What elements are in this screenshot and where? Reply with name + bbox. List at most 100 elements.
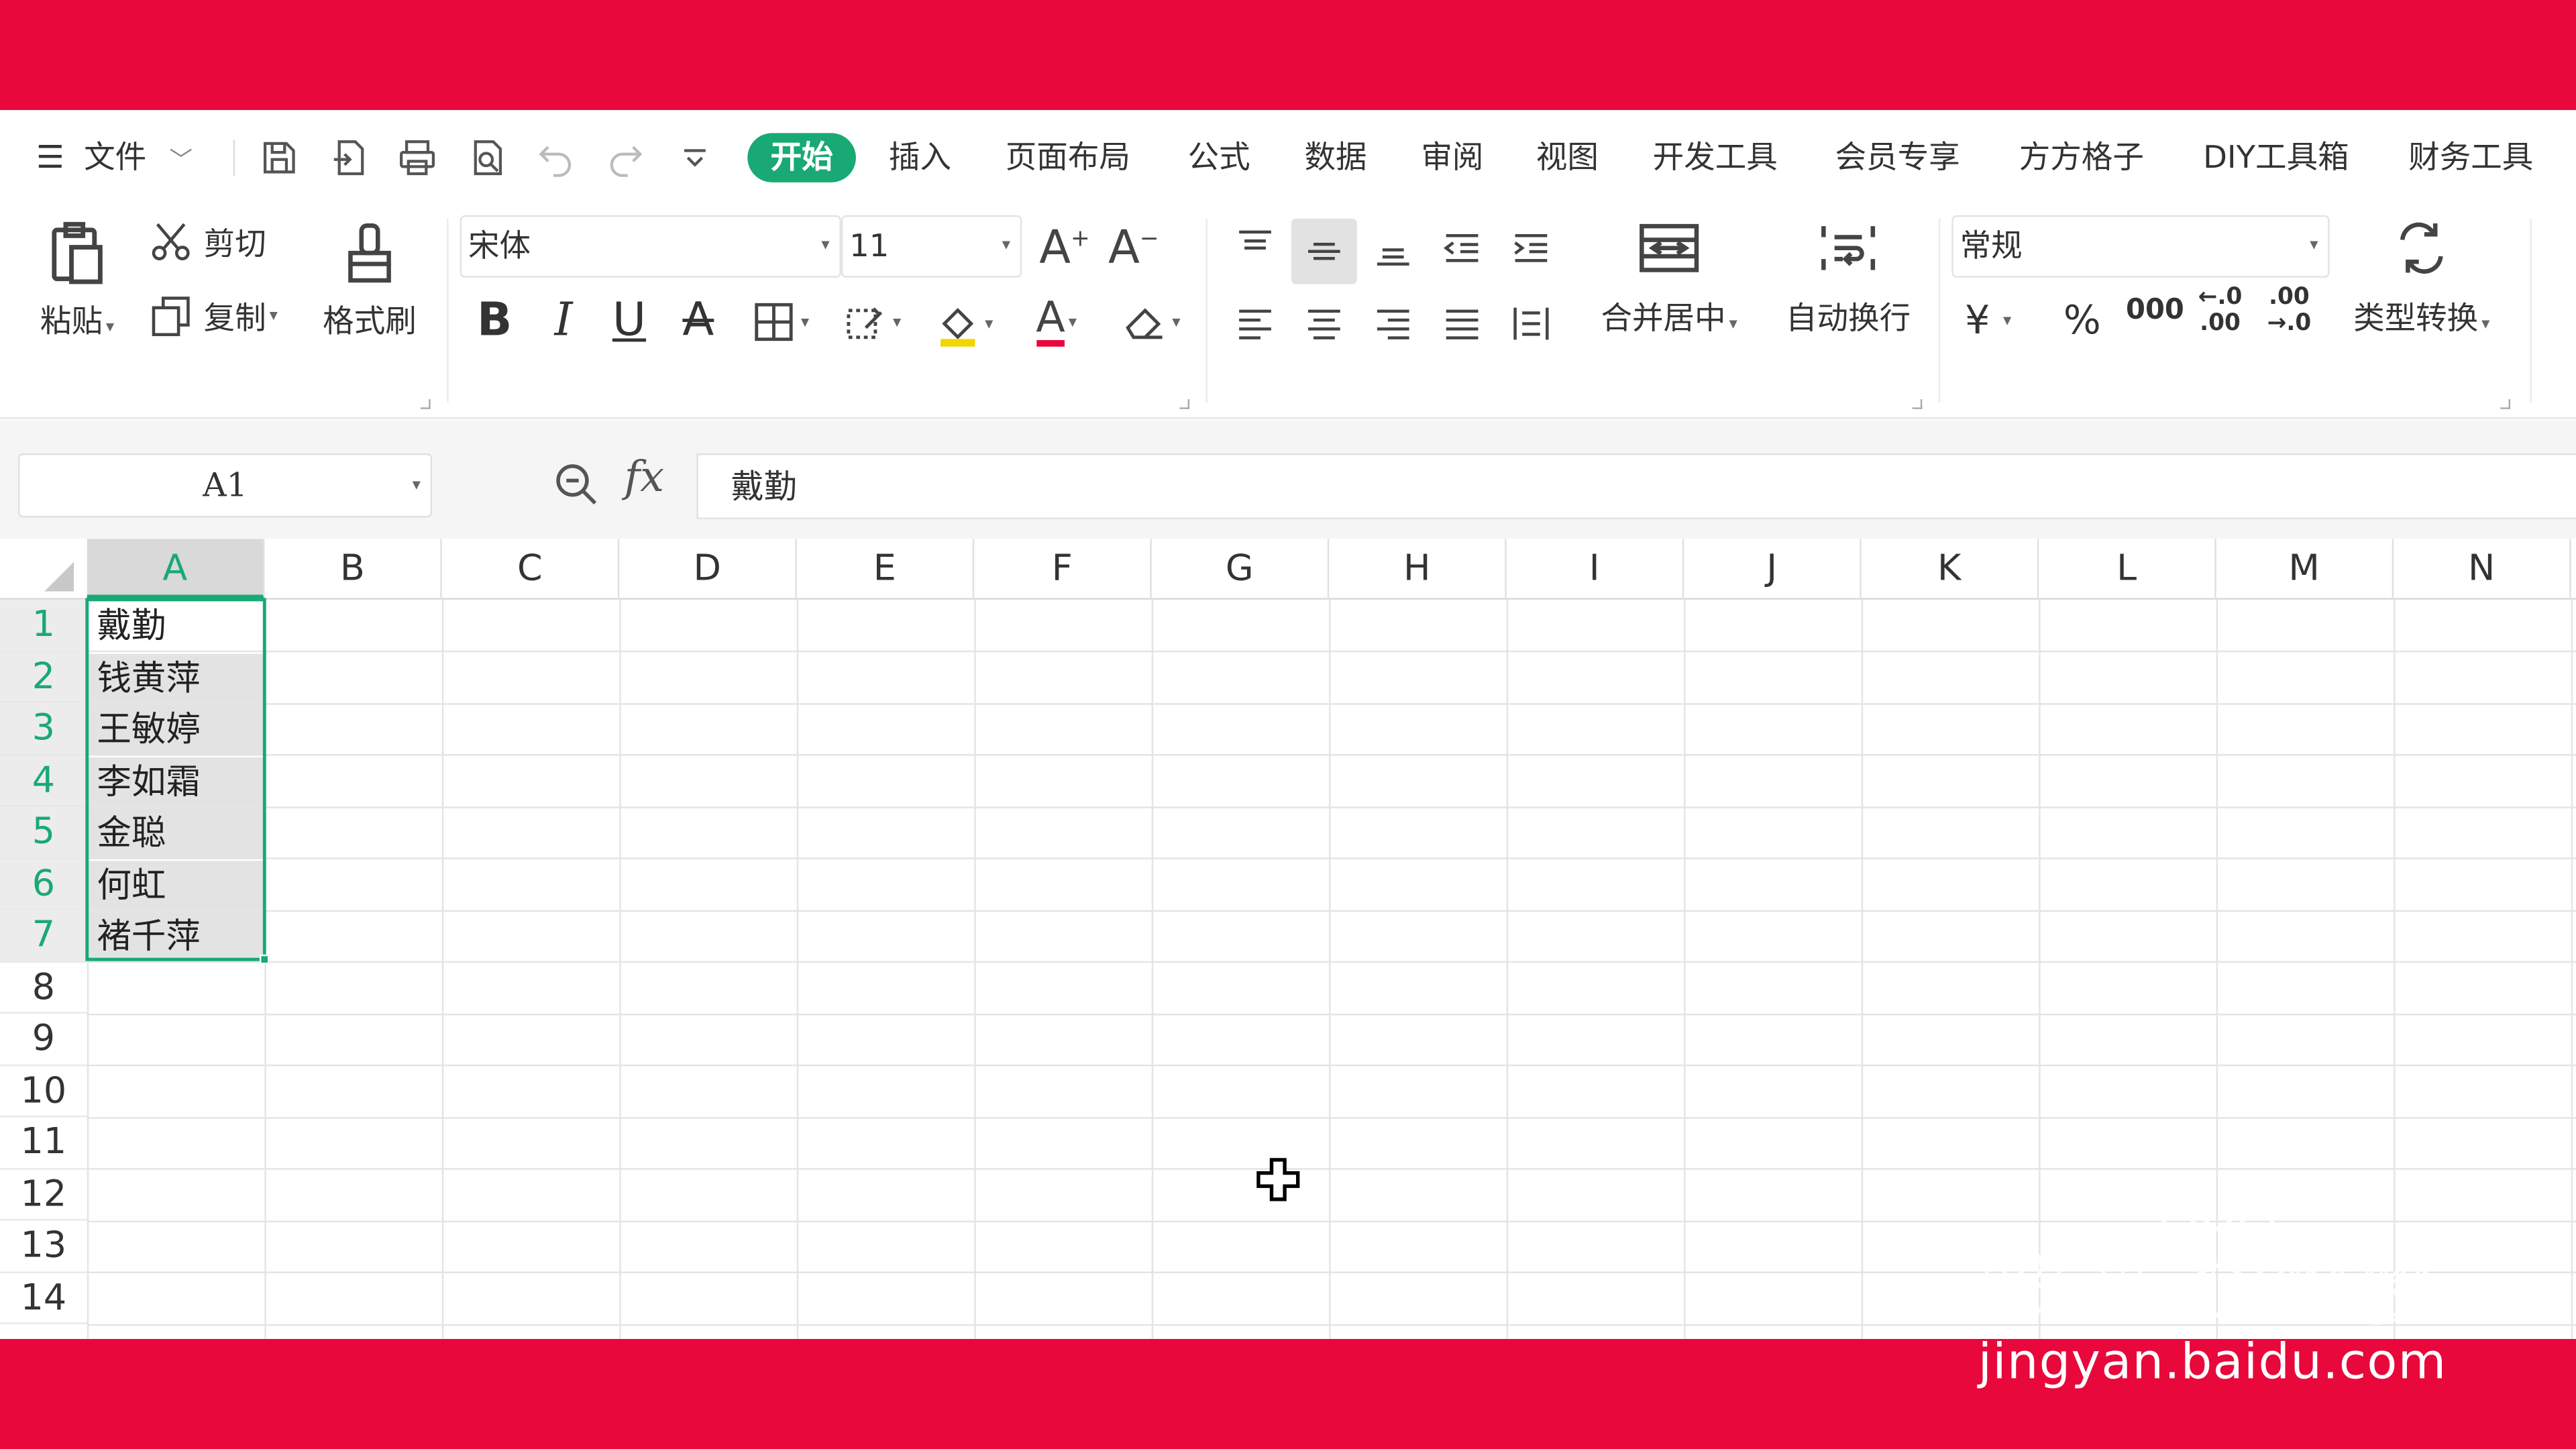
borders-icon[interactable]: ▾ <box>739 297 821 346</box>
column-header-b[interactable]: B <box>264 539 442 600</box>
row-header[interactable]: 8 <box>0 962 87 1014</box>
font-name-select[interactable]: 宋体 ▾ <box>460 215 841 278</box>
column-header-j[interactable]: J <box>1684 539 1862 600</box>
currency-button[interactable]: ¥ ▾ <box>1965 297 2011 343</box>
format-painter-button[interactable]: 格式刷 <box>317 215 423 342</box>
column-header-f[interactable]: F <box>974 539 1152 600</box>
fill-color-icon[interactable]: ▾ <box>923 297 1005 350</box>
percent-button[interactable]: % <box>2063 297 2101 343</box>
column-header-m[interactable]: M <box>2216 539 2394 600</box>
cell-a7[interactable]: 褚千萍 <box>89 912 263 962</box>
number-dialog-launcher[interactable] <box>2500 399 2511 409</box>
increase-font-icon[interactable]: A+ <box>1035 215 1094 278</box>
save-icon[interactable] <box>255 133 304 182</box>
copy-button[interactable]: 复制 ▾ <box>148 292 278 339</box>
decrease-decimal-icon[interactable]: .00 →.0 <box>2267 284 2312 337</box>
row-header[interactable]: 2 <box>0 651 87 704</box>
column-header-c[interactable]: C <box>442 539 620 600</box>
cell-a6[interactable]: 何虹 <box>89 860 263 910</box>
tab-data[interactable]: 数据 <box>1304 133 1366 182</box>
column-header-d[interactable]: D <box>619 539 797 600</box>
cell-style-icon[interactable]: ▾ <box>831 297 913 346</box>
increase-decimal-icon[interactable]: ←.0.00 <box>2198 284 2243 337</box>
export-icon[interactable] <box>325 133 374 182</box>
row-header[interactable]: 13 <box>0 1221 87 1273</box>
underline-icon[interactable]: U <box>604 290 653 350</box>
align-right-icon[interactable] <box>1364 294 1423 353</box>
row-header[interactable]: 9 <box>0 1014 87 1066</box>
row-header[interactable]: 10 <box>0 1065 87 1118</box>
font-dialog-launcher[interactable] <box>1179 399 1190 409</box>
cut-button[interactable]: 剪切 <box>148 219 266 265</box>
decrease-font-icon[interactable]: A− <box>1104 215 1163 278</box>
formula-input[interactable]: 戴勤 <box>696 453 2576 519</box>
tab-finance-tools[interactable]: 财务工具 <box>2408 133 2533 182</box>
print-icon[interactable] <box>392 133 441 182</box>
alignment-dialog-launcher[interactable] <box>1912 399 1923 409</box>
cell-a1[interactable]: 戴勤 <box>89 601 263 651</box>
select-all-button[interactable] <box>0 539 87 600</box>
increase-indent-icon[interactable] <box>1501 219 1560 278</box>
align-center-icon[interactable] <box>1295 294 1354 353</box>
cell-a2[interactable]: 钱黄萍 <box>89 653 263 704</box>
row-header[interactable]: 14 <box>0 1273 87 1324</box>
redo-icon[interactable] <box>601 133 650 182</box>
strikethrough-icon[interactable]: A <box>674 290 722 350</box>
justify-icon[interactable] <box>1433 294 1492 353</box>
align-bottom-icon[interactable] <box>1364 219 1423 278</box>
tab-view[interactable]: 视图 <box>1536 133 1599 182</box>
align-left-icon[interactable] <box>1226 294 1285 353</box>
eraser-icon[interactable]: ▾ <box>1111 297 1193 346</box>
tab-member[interactable]: 会员专享 <box>1835 133 1960 182</box>
cell-a5[interactable]: 金聪 <box>89 808 263 859</box>
name-box[interactable]: A1 ▾ <box>17 453 433 518</box>
type-convert-button[interactable]: 类型转换 ▾ <box>2339 215 2504 339</box>
fill-handle[interactable] <box>259 954 270 965</box>
row-header[interactable]: 11 <box>0 1117 87 1169</box>
merge-center-button[interactable]: 合并居中 ▾ <box>1587 215 1752 339</box>
column-header-h[interactable]: H <box>1329 539 1507 600</box>
column-header-n[interactable]: N <box>2394 539 2571 600</box>
tab-formulas[interactable]: 公式 <box>1188 133 1250 182</box>
column-header-k[interactable]: K <box>1862 539 2039 600</box>
clipboard-dialog-launcher[interactable] <box>420 399 431 409</box>
tab-home[interactable]: 开始 <box>747 133 856 182</box>
row-header[interactable]: 1 <box>0 599 87 652</box>
italic-icon[interactable]: I <box>539 290 588 350</box>
row-header[interactable]: 6 <box>0 858 87 910</box>
cell-a4[interactable]: 李如霜 <box>89 756 263 807</box>
cell-a3[interactable]: 王敏婷 <box>89 704 263 755</box>
row-header[interactable]: 7 <box>0 910 87 962</box>
tab-developer[interactable]: 开发工具 <box>1653 133 1778 182</box>
wrap-text-button[interactable]: 自动换行 <box>1774 215 1922 339</box>
column-header-a[interactable]: A <box>87 539 265 600</box>
bold-icon[interactable]: B <box>470 290 519 350</box>
row-header[interactable]: 3 <box>0 703 87 755</box>
row-header[interactable]: 5 <box>0 806 87 859</box>
tab-diy-toolbox[interactable]: DIY工具箱 <box>2203 133 2349 182</box>
customize-quick-access-icon[interactable] <box>670 133 719 182</box>
column-header-g[interactable]: G <box>1152 539 1330 600</box>
paste-button[interactable]: 粘贴 ▾ <box>30 215 125 342</box>
font-color-icon[interactable]: A ▾ <box>1015 294 1097 350</box>
align-top-icon[interactable] <box>1226 219 1285 278</box>
number-format-select[interactable]: 常规 ▾ <box>1951 215 2330 278</box>
tab-fangfang[interactable]: 方方格子 <box>2019 133 2144 182</box>
tab-insert[interactable]: 插入 <box>889 133 951 182</box>
column-header-e[interactable]: E <box>797 539 975 600</box>
row-header[interactable]: 4 <box>0 755 87 807</box>
row-header[interactable]: 12 <box>0 1169 87 1221</box>
column-header-i[interactable]: I <box>1507 539 1684 600</box>
decrease-indent-icon[interactable] <box>1433 219 1492 278</box>
undo-icon[interactable] <box>531 133 580 182</box>
insert-function-button[interactable]: fx <box>625 453 665 502</box>
tab-page-layout[interactable]: 页面布局 <box>1006 133 1130 182</box>
print-preview-icon[interactable] <box>464 133 513 182</box>
thousands-separator-button[interactable]: 000 <box>2126 294 2184 327</box>
font-size-select[interactable]: 11 ▾ <box>841 215 1022 278</box>
zoom-formula-icon[interactable] <box>552 460 601 509</box>
column-header-l[interactable]: L <box>2039 539 2216 600</box>
distributed-align-icon[interactable] <box>1501 294 1560 353</box>
tab-review[interactable]: 审阅 <box>1421 133 1483 182</box>
align-middle-icon[interactable] <box>1291 218 1357 284</box>
